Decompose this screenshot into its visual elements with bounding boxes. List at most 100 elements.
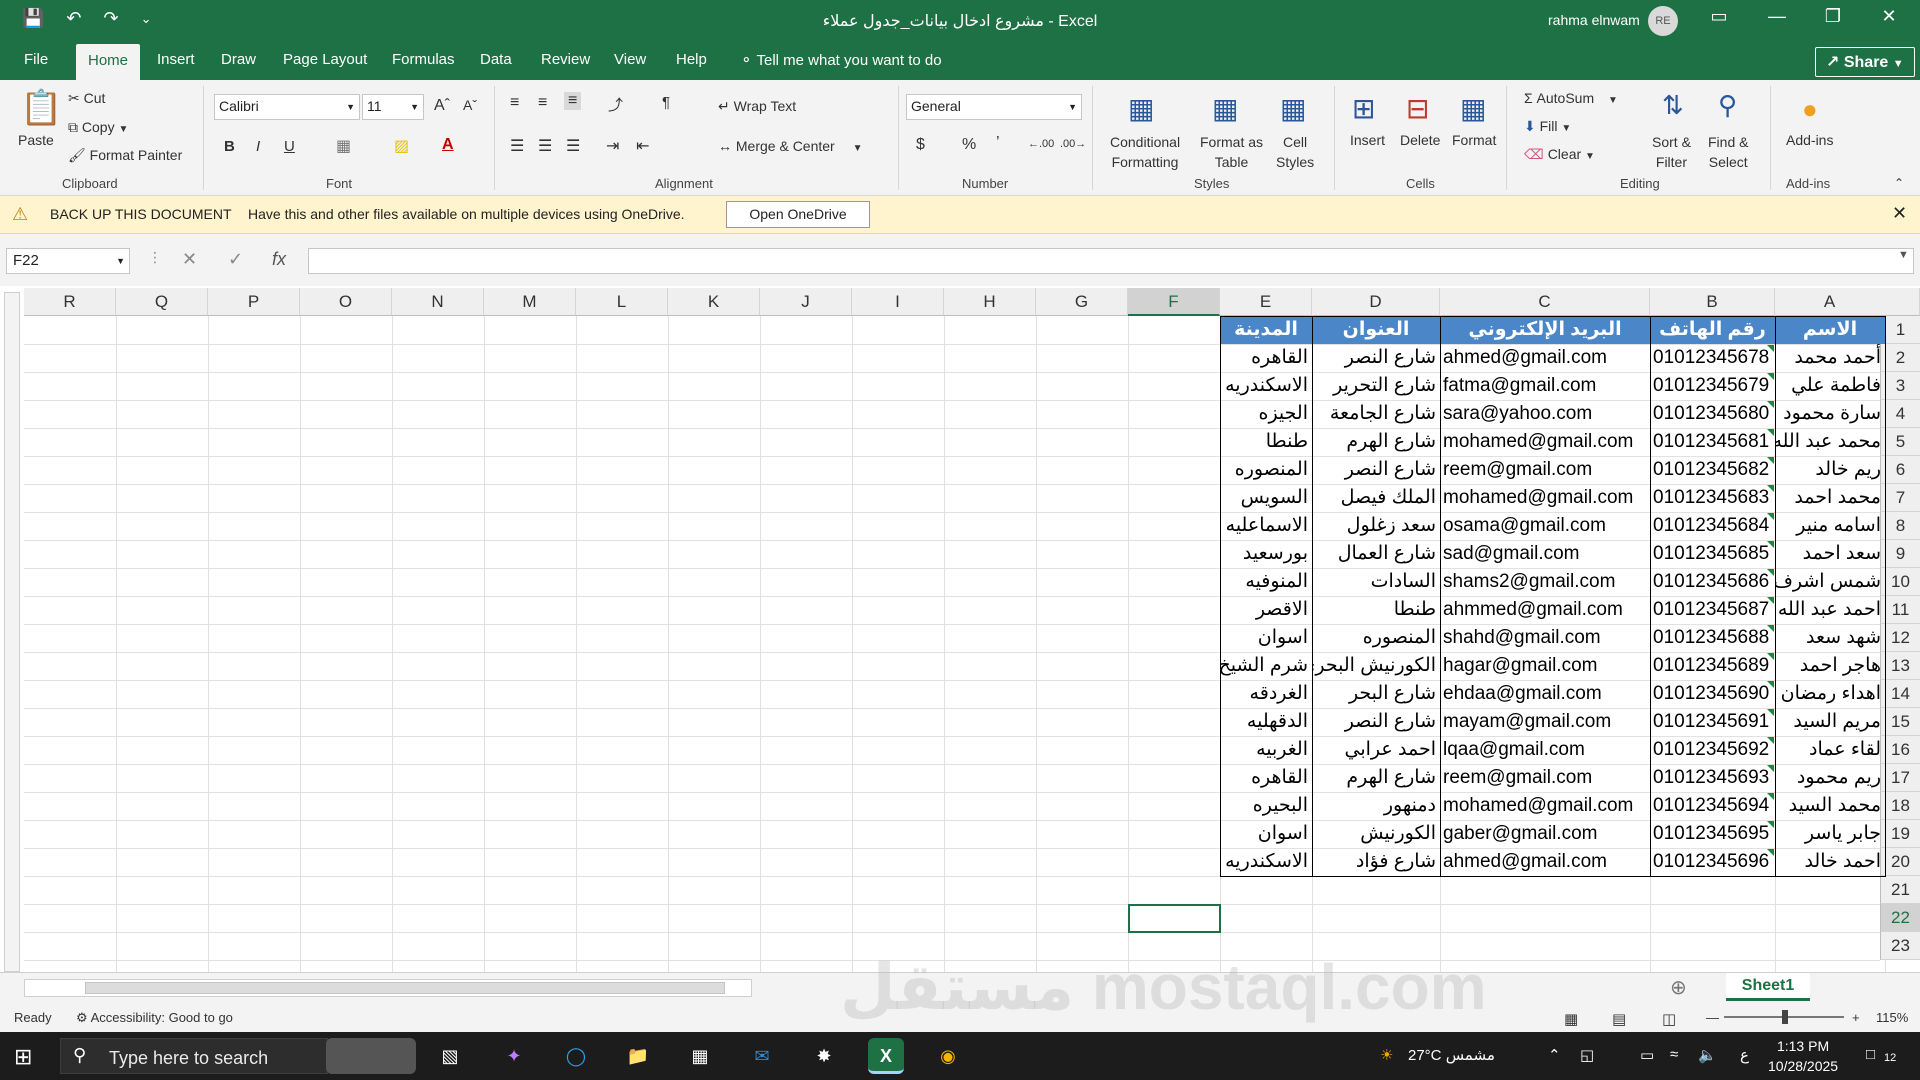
avatar[interactable]: RE xyxy=(1648,6,1678,36)
store-icon[interactable]: ▦ xyxy=(682,1038,718,1074)
row-header-21[interactable]: 21 xyxy=(1880,876,1920,904)
row-header-5[interactable]: 5 xyxy=(1880,428,1920,456)
row-header-20[interactable]: 20 xyxy=(1880,848,1920,876)
align-bottom-icon[interactable]: ≡ xyxy=(564,92,582,110)
column-header-l[interactable]: L xyxy=(576,288,668,316)
tab-file[interactable]: File xyxy=(24,51,48,68)
language-indicator[interactable]: ع xyxy=(1740,1046,1749,1064)
insert-cells-icon[interactable]: ⊞ xyxy=(1352,92,1375,125)
column-header-j[interactable]: J xyxy=(760,288,852,316)
tab-draw[interactable]: Draw xyxy=(221,51,256,68)
row-header-7[interactable]: 7 xyxy=(1880,484,1920,512)
increase-decimal-icon[interactable]: ←.00 xyxy=(1028,138,1054,150)
share-button[interactable]: ↗ Share ▼ xyxy=(1815,47,1915,77)
collapse-ribbon-icon[interactable]: ⌃ xyxy=(1894,176,1904,190)
volume-icon[interactable]: 🔈 xyxy=(1698,1046,1717,1064)
undo-icon[interactable]: ↶ xyxy=(66,8,81,29)
tab-home[interactable]: Home xyxy=(76,44,141,80)
decrease-font-icon[interactable]: Aˇ xyxy=(463,97,477,113)
orientation-icon[interactable]: ⤴ xyxy=(608,94,623,115)
number-format-select[interactable]: General ▼ xyxy=(906,94,1082,120)
row-header-18[interactable]: 18 xyxy=(1880,792,1920,820)
page-break-view-icon[interactable]: ◫ xyxy=(1662,1010,1676,1028)
row-header-17[interactable]: 17 xyxy=(1880,764,1920,792)
row-header-4[interactable]: 4 xyxy=(1880,400,1920,428)
row-header-23[interactable]: 23 xyxy=(1880,932,1920,960)
cut-button[interactable]: ✂ Cut xyxy=(68,90,105,107)
row-header-12[interactable]: 12 xyxy=(1880,624,1920,652)
increase-font-icon[interactable]: Aˆ xyxy=(434,97,450,115)
delete-cells-button[interactable]: Delete xyxy=(1400,132,1440,148)
file-explorer-icon[interactable]: 📁 xyxy=(620,1038,656,1074)
column-header-p[interactable]: P xyxy=(208,288,300,316)
maximize-icon[interactable]: ❐ xyxy=(1818,6,1848,27)
currency-icon[interactable]: $ xyxy=(916,136,925,154)
network-icon[interactable]: ◱ xyxy=(1580,1046,1594,1064)
row-header-8[interactable]: 8 xyxy=(1880,512,1920,540)
outlook-icon[interactable]: ✉ xyxy=(744,1038,780,1074)
zoom-out-icon[interactable]: — xyxy=(1706,1010,1719,1025)
excel-taskbar-icon[interactable]: X xyxy=(868,1038,904,1074)
format-as-table-button[interactable]: Format as Table xyxy=(1200,132,1263,172)
conditional-formatting-icon[interactable]: ▦ xyxy=(1128,92,1154,125)
align-top-icon[interactable]: ≡ xyxy=(510,94,519,112)
normal-view-icon[interactable]: ▦ xyxy=(1564,1010,1578,1028)
copy-button[interactable]: ⧉ Copy ▼ xyxy=(68,119,128,136)
align-right-icon[interactable]: ☰ xyxy=(566,136,580,156)
borders-icon[interactable]: ▦ xyxy=(336,136,351,156)
save-icon[interactable]: 💾 xyxy=(22,8,44,29)
column-header-g[interactable]: G xyxy=(1036,288,1128,316)
battery-icon[interactable]: ▭ xyxy=(1640,1046,1654,1064)
fill-color-icon[interactable]: ▨ xyxy=(394,136,409,156)
enter-icon[interactable]: ✓ xyxy=(228,249,243,270)
tab-formulas[interactable]: Formulas xyxy=(392,51,455,68)
delete-cells-icon[interactable]: ⊟ xyxy=(1406,92,1429,125)
column-header-f[interactable]: F xyxy=(1128,288,1220,316)
edge-icon[interactable]: ◯ xyxy=(558,1038,594,1074)
cancel-icon[interactable]: ✕ xyxy=(182,249,197,270)
row-header-14[interactable]: 14 xyxy=(1880,680,1920,708)
find-select-button[interactable]: Find & Select xyxy=(1708,132,1748,172)
tab-insert[interactable]: Insert xyxy=(157,51,195,68)
underline-button[interactable]: U xyxy=(284,138,295,155)
tab-help[interactable]: Help xyxy=(676,51,707,68)
scroll-thumb[interactable] xyxy=(85,982,725,994)
decrease-indent-icon[interactable]: ⇤ xyxy=(636,136,649,156)
autosum-button[interactable]: Σ AutoSum ▼ xyxy=(1524,90,1618,106)
wifi-icon[interactable]: ≈ xyxy=(1670,1046,1678,1063)
vertical-scrollbar[interactable] xyxy=(4,292,20,972)
sort-filter-button[interactable]: Sort & Filter xyxy=(1652,132,1691,172)
zoom-level[interactable]: 115% xyxy=(1876,1010,1908,1025)
bold-button[interactable]: B xyxy=(224,138,235,155)
row-header-6[interactable]: 6 xyxy=(1880,456,1920,484)
find-select-icon[interactable]: ⚲ xyxy=(1718,90,1737,121)
open-onedrive-button[interactable]: Open OneDrive xyxy=(726,201,870,228)
tab-page-layout[interactable]: Page Layout xyxy=(283,51,367,68)
horizontal-scrollbar[interactable] xyxy=(24,979,752,997)
column-header-c[interactable]: C xyxy=(1440,288,1650,316)
fill-button[interactable]: ⬇ Fill ▼ xyxy=(1524,118,1571,135)
customize-qa-icon[interactable]: ⌄ xyxy=(141,11,152,27)
format-as-table-icon[interactable]: ▦ xyxy=(1212,92,1238,125)
column-header-o[interactable]: O xyxy=(300,288,392,316)
tray-chevron-icon[interactable]: ⌃ xyxy=(1548,1046,1561,1064)
italic-button[interactable]: I xyxy=(256,138,260,155)
chrome-icon[interactable]: ◉ xyxy=(930,1038,966,1074)
align-center-icon[interactable]: ☰ xyxy=(538,136,552,156)
expand-formula-icon[interactable]: ▼ xyxy=(1898,249,1909,261)
select-all-corner[interactable] xyxy=(1880,288,1920,316)
row-header-11[interactable]: 11 xyxy=(1880,596,1920,624)
percent-icon[interactable]: % xyxy=(962,136,976,154)
row-header-1[interactable]: 1 xyxy=(1880,316,1920,344)
clock[interactable]: 1:13 PM 10/28/2025 xyxy=(1768,1036,1838,1076)
format-cells-button[interactable]: Format xyxy=(1452,132,1496,148)
weather-text[interactable]: 27°C مشمس xyxy=(1408,1046,1495,1064)
increase-indent-icon[interactable]: ⇥ xyxy=(606,136,619,156)
paste-icon[interactable]: 📋 xyxy=(20,88,62,128)
format-painter-button[interactable]: 🖌 Format Painter xyxy=(68,147,182,164)
column-header-b[interactable]: B xyxy=(1650,288,1775,316)
search-highlight-image[interactable] xyxy=(326,1038,416,1074)
rtl-direction-icon[interactable]: ¶ xyxy=(662,94,670,111)
format-cells-icon[interactable]: ▦ xyxy=(1460,92,1486,125)
row-header-13[interactable]: 13 xyxy=(1880,652,1920,680)
